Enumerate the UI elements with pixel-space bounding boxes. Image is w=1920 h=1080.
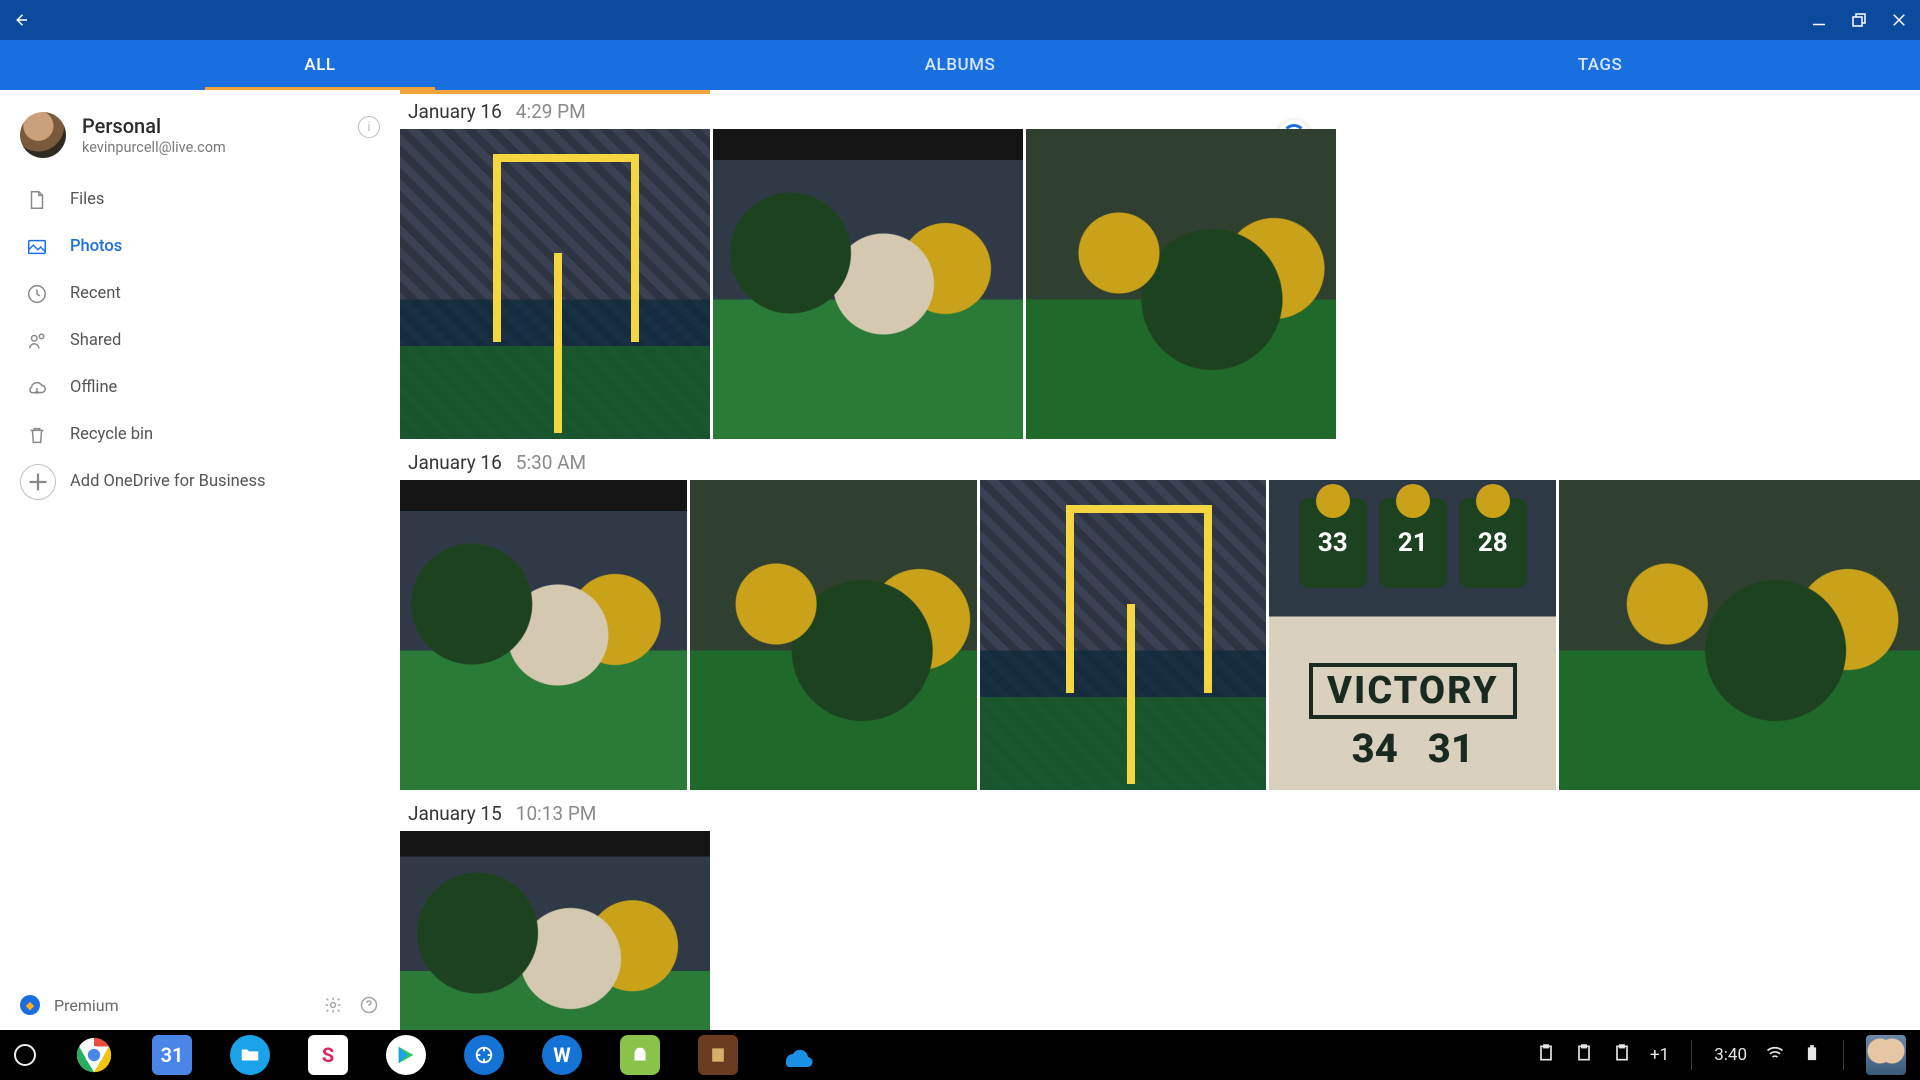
- tray-overflow-count[interactable]: +1: [1650, 1045, 1669, 1065]
- tray-clipboard-icon[interactable]: [1612, 1043, 1632, 1068]
- os-taskbar: 31 S W +1 3:40: [0, 1030, 1920, 1080]
- photo-thumbnail[interactable]: [980, 480, 1267, 790]
- date-label: January 16: [408, 451, 502, 474]
- file-icon: [26, 189, 48, 211]
- date-label: January 15: [408, 802, 502, 825]
- sidebar-nav: Files Photos Recent Shared Offline Recyc…: [20, 176, 380, 505]
- sidebar-item-label: Shared: [70, 331, 121, 350]
- help-icon[interactable]: [358, 994, 380, 1016]
- sidebar-item-shared[interactable]: Shared: [20, 317, 380, 364]
- tray-clipboard-icon[interactable]: [1574, 1043, 1594, 1068]
- sidebar-item-label: Add OneDrive for Business: [70, 472, 265, 491]
- files-app-icon[interactable]: [230, 1035, 270, 1075]
- jersey-badge: 28: [1459, 498, 1527, 588]
- premium-label[interactable]: Premium: [54, 996, 119, 1015]
- tray-separator: [1691, 1040, 1692, 1070]
- sidebar-item-label: Files: [70, 190, 104, 209]
- share-icon: [26, 330, 48, 352]
- calendar-icon[interactable]: 31: [152, 1035, 192, 1075]
- time-label: 5:30 AM: [516, 451, 586, 474]
- clock-icon: [26, 283, 48, 305]
- window-titlebar: [0, 0, 1920, 40]
- photo-thumbnail[interactable]: [400, 480, 687, 790]
- trash-icon: [26, 424, 48, 446]
- tab-albums[interactable]: ALBUMS: [640, 40, 1280, 90]
- battery-icon[interactable]: [1803, 1044, 1821, 1067]
- premium-icon: ◆: [20, 995, 40, 1015]
- photo-grid: January 16 4:29 PM January 16 5:30 AM 33…: [400, 90, 1920, 1030]
- tab-label: TAGS: [1578, 55, 1623, 75]
- date-header: January 16 4:29 PM: [400, 90, 1920, 129]
- jersey-badge: 33: [1299, 498, 1367, 588]
- image-icon: [26, 236, 48, 258]
- tray-separator: [1843, 1040, 1844, 1070]
- sidebar-item-label: Recent: [70, 284, 121, 303]
- photo-thumbnail[interactable]: 33 21 28 VICTORY 34 31: [1269, 480, 1556, 790]
- slack-icon[interactable]: S: [308, 1035, 348, 1075]
- sidebar-item-label: Photos: [70, 237, 122, 256]
- wifi-icon[interactable]: [1765, 1043, 1785, 1068]
- photo-thumbnail[interactable]: [1559, 480, 1920, 790]
- system-tray: +1 3:40: [1536, 1035, 1906, 1075]
- photo-row: [400, 831, 1920, 1030]
- onedrive-taskbar-icon[interactable]: [776, 1035, 816, 1075]
- score-a: 34: [1352, 725, 1398, 772]
- score-b: 31: [1428, 725, 1474, 772]
- account-header[interactable]: Personal kevinpurcell@live.com i: [20, 112, 380, 158]
- date-header: January 16 5:30 AM: [400, 441, 1920, 480]
- sidebar-item-files[interactable]: Files: [20, 176, 380, 223]
- minimize-button[interactable]: [1810, 11, 1828, 29]
- photo-thumbnail[interactable]: [400, 831, 710, 1030]
- sidebar-item-offline[interactable]: Offline: [20, 364, 380, 411]
- user-avatar[interactable]: [1866, 1035, 1906, 1075]
- time-label: 10:13 PM: [516, 802, 597, 825]
- date-header: January 15 10:13 PM: [400, 792, 1920, 831]
- tab-tags[interactable]: TAGS: [1280, 40, 1920, 90]
- avatar: [20, 112, 66, 158]
- time-label: 4:29 PM: [516, 100, 586, 123]
- photo-thumbnail[interactable]: [400, 129, 710, 439]
- cloud-off-icon: [26, 377, 48, 399]
- bible-app-icon[interactable]: [698, 1035, 738, 1075]
- account-name: Personal: [82, 114, 226, 138]
- sidebar-item-recycle-bin[interactable]: Recycle bin: [20, 411, 380, 458]
- close-button[interactable]: [1890, 11, 1908, 29]
- account-email: kevinpurcell@live.com: [82, 139, 226, 156]
- photo-thumbnail[interactable]: [713, 129, 1023, 439]
- back-button[interactable]: [12, 11, 30, 29]
- sidebar-footer: ◆ Premium: [20, 994, 380, 1016]
- tab-label: ALBUMS: [925, 55, 995, 75]
- jersey-badge: 21: [1379, 498, 1447, 588]
- upload-progress-bar: [400, 90, 710, 94]
- view-tabs: ALL ALBUMS TAGS: [0, 40, 1920, 90]
- plus-icon: [20, 464, 56, 500]
- target-app-icon[interactable]: [464, 1035, 504, 1075]
- sidebar-item-label: Recycle bin: [70, 425, 153, 444]
- restore-button[interactable]: [1850, 11, 1868, 29]
- sidebar-item-photos[interactable]: Photos: [20, 223, 380, 270]
- sidebar: Personal kevinpurcell@live.com i Files P…: [0, 90, 400, 1030]
- android-app-icon[interactable]: [620, 1035, 660, 1075]
- date-label: January 16: [408, 100, 502, 123]
- photo-row: [400, 129, 1920, 441]
- account-info-icon[interactable]: i: [358, 116, 380, 138]
- sidebar-item-add-business[interactable]: Add OneDrive for Business: [20, 458, 380, 505]
- victory-label: VICTORY: [1309, 663, 1516, 719]
- tab-label: ALL: [304, 55, 335, 75]
- chrome-icon[interactable]: [74, 1035, 114, 1075]
- tray-clock[interactable]: 3:40: [1714, 1045, 1747, 1065]
- sidebar-item-recent[interactable]: Recent: [20, 270, 380, 317]
- play-store-icon[interactable]: [386, 1035, 426, 1075]
- tab-all[interactable]: ALL: [0, 40, 640, 90]
- word-app-icon[interactable]: W: [542, 1035, 582, 1075]
- tray-clipboard-icon[interactable]: [1536, 1043, 1556, 1068]
- settings-icon[interactable]: [322, 994, 344, 1016]
- photo-row: 33 21 28 VICTORY 34 31: [400, 480, 1920, 792]
- launcher-icon[interactable]: [14, 1044, 36, 1066]
- photo-thumbnail[interactable]: [1026, 129, 1336, 439]
- photo-thumbnail[interactable]: [690, 480, 977, 790]
- sidebar-item-label: Offline: [70, 378, 117, 397]
